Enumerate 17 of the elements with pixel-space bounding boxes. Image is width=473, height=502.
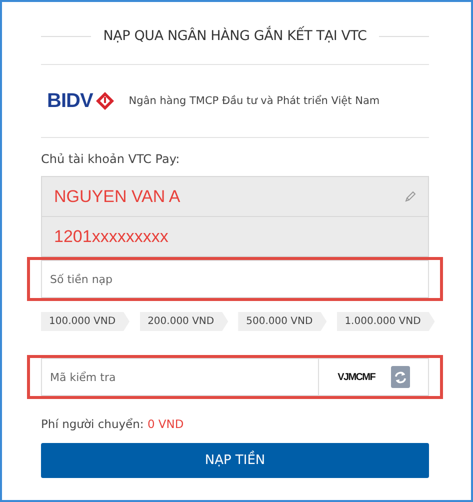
submit-button[interactable]: NẠP TIỀN xyxy=(41,443,429,478)
pencil-icon xyxy=(404,190,416,202)
page-title: NẠP QUA NGÂN HÀNG GẮN KẾT TẠI VTC xyxy=(103,28,367,44)
owner-label: Chủ tài khoản VTC Pay: xyxy=(41,152,181,166)
account-number-field: 1201xxxxxxxxx xyxy=(41,217,429,257)
refresh-icon[interactable] xyxy=(391,366,410,388)
account-name-field: NGUYEN VAN A xyxy=(41,176,429,217)
captcha-field[interactable]: Mã kiểm tra xyxy=(41,358,319,396)
amount-chip[interactable]: 1.000.000 VND xyxy=(336,312,435,331)
amount-chip[interactable]: 200.000 VND xyxy=(140,312,228,331)
amount-field[interactable]: Số tiền nạp xyxy=(41,260,429,298)
captcha-code: VJMCMF xyxy=(338,372,375,382)
amount-chip[interactable]: 500.000 VND xyxy=(238,312,327,331)
amount-chip[interactable]: 100.000 VND xyxy=(41,312,130,331)
bank-logo: BIDV xyxy=(47,90,115,112)
fee-text: Phí người chuyển: 0 VND xyxy=(41,417,185,431)
bank-name: Ngân hàng TMCP Đầu tư và Phát triển Việt Nam xyxy=(128,95,380,107)
